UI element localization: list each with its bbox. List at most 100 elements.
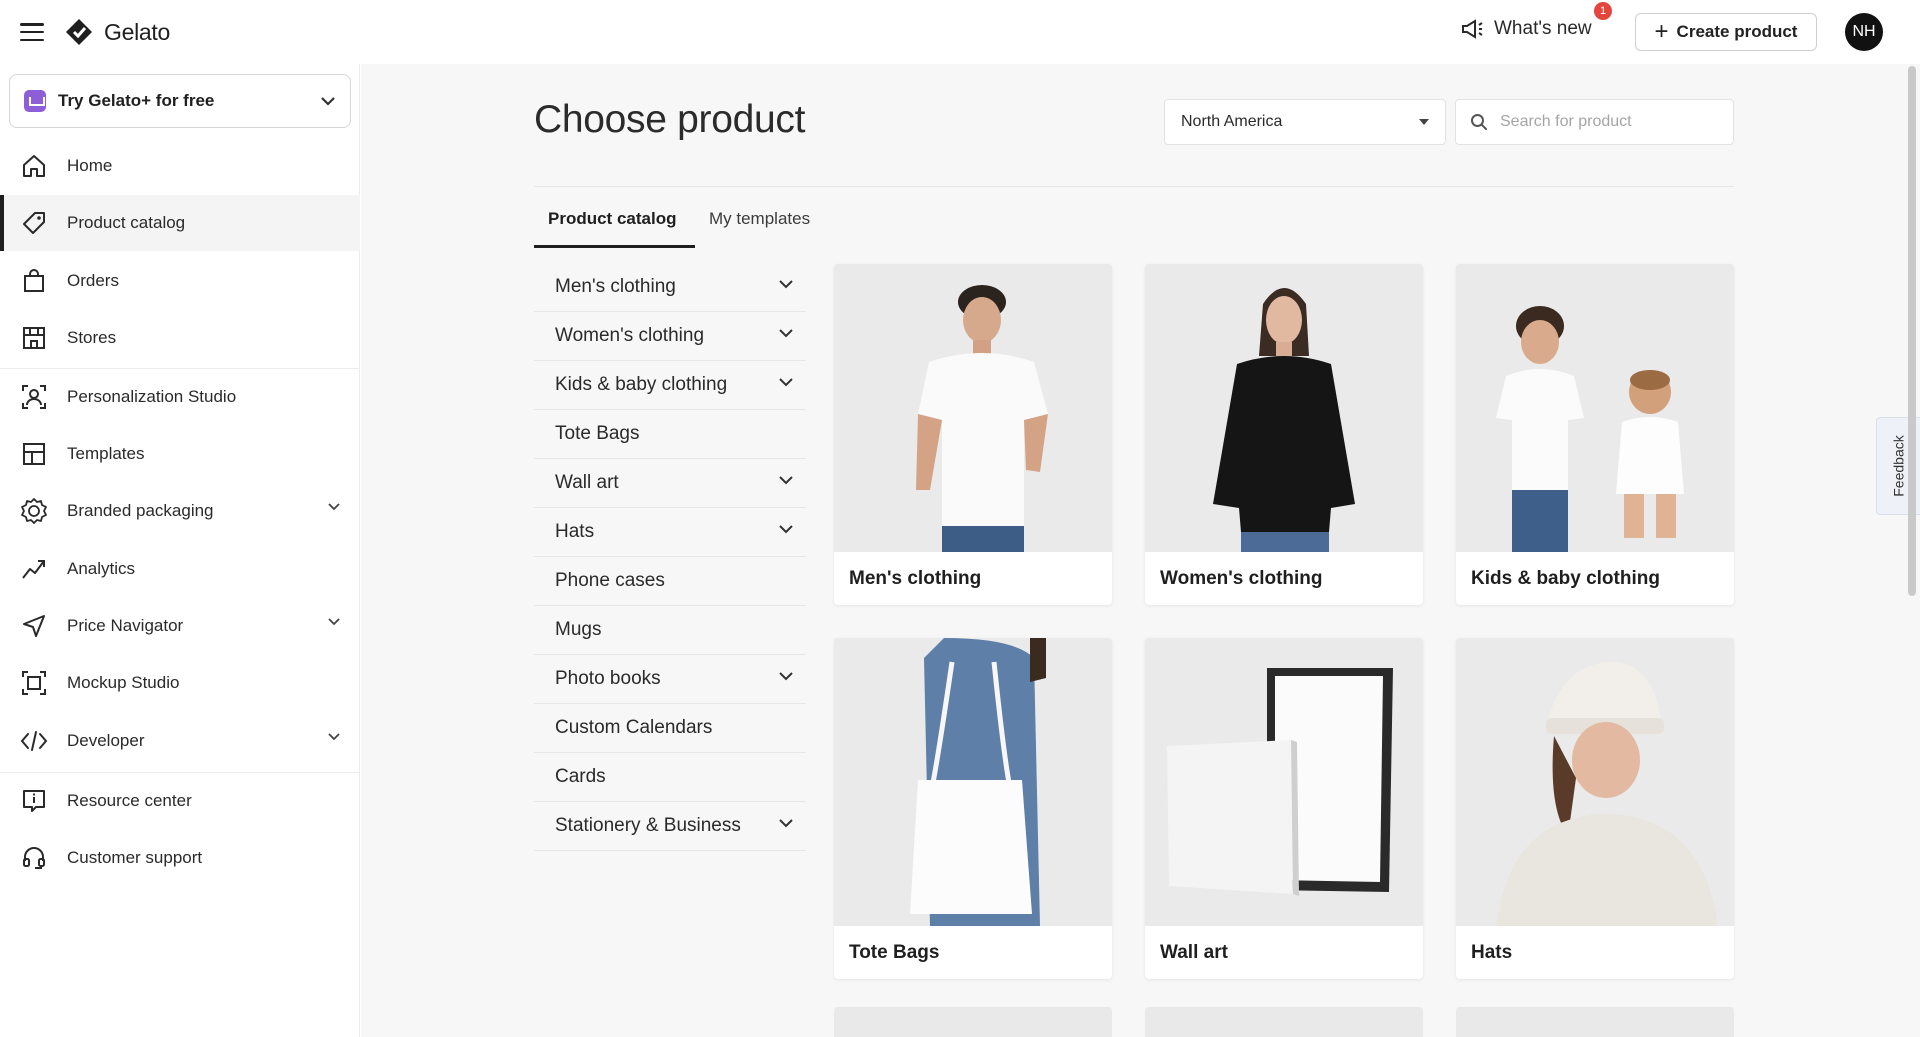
sidebar-item-label: Analytics — [67, 559, 136, 578]
region-select[interactable]: North America — [1164, 99, 1446, 145]
sidebar-item-home[interactable]: Home — [0, 138, 360, 194]
product-image-wall-art — [1145, 638, 1423, 926]
product-card-mens-clothing[interactable]: Men's clothing — [834, 264, 1112, 605]
plus-icon: + — [1654, 18, 1669, 45]
sidebar-item-label: Developer — [67, 731, 145, 750]
notification-badge: 1 — [1594, 2, 1612, 20]
category-photo-books[interactable]: Photo books — [534, 655, 806, 704]
category-hats[interactable]: Hats — [534, 508, 806, 557]
sidebar-item-orders[interactable]: Orders — [0, 253, 360, 309]
product-card-womens-clothing[interactable]: Women's clothing — [1145, 264, 1423, 605]
sidebar-item-label: Stores — [67, 328, 117, 347]
chevron-down-icon — [779, 329, 793, 338]
sidebar-item-resource-center[interactable]: Resource center — [0, 773, 360, 829]
category-wall-art[interactable]: Wall art — [534, 459, 806, 508]
search-input[interactable] — [1500, 113, 1700, 131]
product-image-hats — [1456, 638, 1734, 926]
tab-label: My templates — [709, 209, 811, 228]
gelato-plus-promo[interactable]: Try Gelato+ for free — [9, 74, 351, 128]
sidebar-item-branded-packaging[interactable]: Branded packaging — [0, 483, 360, 539]
search-box[interactable] — [1455, 99, 1734, 145]
avatar[interactable]: NH — [1845, 13, 1883, 51]
product-image-kids-baby — [1456, 264, 1734, 552]
sidebar-item-mockup-studio[interactable]: Mockup Studio — [0, 655, 360, 711]
chevron-down-icon — [779, 476, 793, 485]
category-tote-bags[interactable]: Tote Bags — [534, 410, 806, 459]
create-product-button[interactable]: + Create product — [1635, 13, 1817, 51]
menu-icon[interactable] — [20, 20, 44, 44]
sidebar-item-templates[interactable]: Templates — [0, 426, 360, 482]
product-card-label: Hats — [1471, 941, 1513, 963]
product-image-womens-sweatshirt — [1145, 264, 1423, 552]
tab-my-templates[interactable]: My templates — [695, 209, 824, 245]
chevron-down-icon — [779, 819, 793, 828]
gelato-logo[interactable]: Gelato — [64, 17, 170, 47]
sidebar-item-developer[interactable]: Developer — [0, 713, 360, 769]
templates-icon — [20, 440, 48, 468]
sidebar-item-stores[interactable]: Stores — [0, 310, 360, 366]
category-cards[interactable]: Cards — [534, 753, 806, 802]
store-icon — [20, 324, 48, 352]
sidebar-item-price-navigator[interactable]: Price Navigator — [0, 598, 360, 654]
chevron-down-icon — [328, 618, 340, 626]
sidebar-item-label: Personalization Studio — [67, 387, 237, 406]
mockup-icon — [20, 669, 48, 697]
category-stationery-business[interactable]: Stationery & Business — [534, 802, 806, 851]
chevron-down-icon — [779, 280, 793, 289]
sidebar-item-customer-support[interactable]: Customer support — [0, 830, 360, 886]
product-card-partial[interactable] — [834, 1007, 1112, 1037]
info-icon — [20, 787, 48, 815]
tab-product-catalog[interactable]: Product catalog — [534, 209, 690, 245]
category-label: Women's clothing — [555, 325, 705, 346]
category-custom-calendars[interactable]: Custom Calendars — [534, 704, 806, 753]
category-label: Cards — [555, 766, 606, 787]
crown-icon — [24, 90, 46, 112]
product-card-partial[interactable] — [1145, 1007, 1423, 1037]
top-bar: Gelato What's new 1 + Create product NH — [0, 0, 1920, 64]
category-womens-clothing[interactable]: Women's clothing — [534, 312, 806, 361]
category-mugs[interactable]: Mugs — [534, 606, 806, 655]
chevron-down-icon — [328, 733, 340, 741]
category-label: Hats — [555, 521, 595, 542]
product-card-kids-baby-clothing[interactable]: Kids & baby clothing — [1456, 264, 1734, 605]
whats-new-label: What's new — [1494, 18, 1592, 39]
product-card-wall-art[interactable]: Wall art — [1145, 638, 1423, 979]
category-label: Mugs — [555, 619, 602, 640]
whats-new-button[interactable]: What's new — [1460, 18, 1592, 40]
region-selected-value: North America — [1181, 113, 1283, 130]
page-title: Choose product — [534, 98, 806, 141]
sidebar-item-analytics[interactable]: Analytics — [0, 541, 360, 597]
sidebar-item-personalization-studio[interactable]: Personalization Studio — [0, 369, 360, 425]
code-icon — [20, 727, 48, 755]
badge-icon — [20, 497, 48, 525]
category-phone-cases[interactable]: Phone cases — [534, 557, 806, 606]
product-card-tote-bags[interactable]: Tote Bags — [834, 638, 1112, 979]
personalization-icon — [20, 383, 48, 411]
feedback-label: Feedback — [1890, 435, 1907, 497]
navigation-icon — [20, 612, 48, 640]
shopping-bag-icon — [20, 267, 48, 295]
headset-icon — [20, 844, 48, 872]
sidebar-item-label: Resource center — [67, 791, 192, 810]
home-icon — [20, 152, 48, 180]
category-kids-baby-clothing[interactable]: Kids & baby clothing — [534, 361, 806, 410]
category-mens-clothing[interactable]: Men's clothing — [534, 263, 806, 312]
chevron-down-icon — [779, 525, 793, 534]
chevron-down-icon — [321, 97, 335, 106]
sidebar-item-product-catalog[interactable]: Product catalog — [0, 195, 360, 251]
megaphone-icon — [1462, 19, 1483, 39]
category-label: Tote Bags — [555, 423, 640, 444]
sidebar: Try Gelato+ for free Home Product catalo… — [0, 64, 360, 1037]
product-card-hats[interactable]: Hats — [1456, 638, 1734, 979]
category-label: Custom Calendars — [555, 717, 713, 738]
product-card-partial[interactable] — [1456, 1007, 1734, 1037]
category-label: Stationery & Business — [555, 815, 741, 836]
category-label: Photo books — [555, 668, 661, 689]
sidebar-item-label: Orders — [67, 271, 119, 290]
tab-label: Product catalog — [548, 209, 677, 228]
sidebar-item-label: Product catalog — [67, 213, 186, 232]
product-card-label: Tote Bags — [849, 941, 940, 963]
product-card-label: Men's clothing — [849, 567, 982, 589]
category-label: Phone cases — [555, 570, 665, 591]
scrollbar[interactable] — [1908, 66, 1916, 596]
